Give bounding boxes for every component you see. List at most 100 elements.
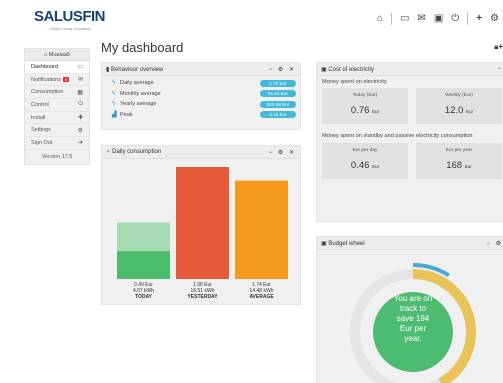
panel-header: ▣ Cost of electricity − xyxy=(317,63,503,76)
cost-box-label: Eur per day xyxy=(352,148,378,153)
logo-tagline: Smart Living Company xyxy=(50,26,91,31)
signout-icon: ➜ xyxy=(77,140,83,147)
cost-year-value: 168 xyxy=(446,160,463,171)
cost-unit: Eur xyxy=(372,164,380,169)
cost-day-value: 0.46 xyxy=(350,160,370,171)
cost-day-box: Eur per day 0.46 Eur xyxy=(322,143,408,179)
cost-boxes: Eur per day 0.46 Eur Eur per year 168 Eu… xyxy=(317,143,503,179)
behaviour-label: Daily average xyxy=(120,80,154,87)
panel-title: Cost of electricity xyxy=(328,66,375,73)
cost-boxes: Today (Eur) 0.76 Eur Weekly (Eur) 12.0 E… xyxy=(317,88,503,124)
divider xyxy=(467,13,469,25)
cost-unit: Eur xyxy=(466,109,474,114)
behaviour-row: ▟ Peak 0.25 Eur xyxy=(102,110,300,121)
sidebar-item-install[interactable]: Install ✚ xyxy=(25,112,89,125)
standby-subtitle: Money spent on standby and passive elect… xyxy=(322,133,473,139)
bolt-icon: ϟ xyxy=(112,101,116,108)
sidebar-item-settings[interactable]: Settings ⚙ xyxy=(25,124,89,138)
bar-average xyxy=(235,180,288,279)
behaviour-label: Yearly average xyxy=(120,101,157,108)
image-icon[interactable]: ▣ xyxy=(434,12,443,26)
daily-consumption-panel: ♀ Daily consumption − ⚙ ✕ 0.49 Eur 4.07 k… xyxy=(101,145,301,305)
bar-category-label: AVERAGE xyxy=(249,294,274,300)
cost-box-label: Today (Eur) xyxy=(352,93,378,98)
behaviour-value: 1.73 Eur xyxy=(260,79,296,87)
bar-category-label: YESTERDAY xyxy=(187,294,218,300)
sidebar-item-consumption[interactable]: Consumption ▦ xyxy=(25,86,89,100)
sidebar-item-label: Consumption xyxy=(31,89,64,96)
sidebar-item-control[interactable]: Control ⏻ xyxy=(25,99,89,112)
bar-today xyxy=(117,251,170,279)
plus-icon[interactable]: + xyxy=(476,12,482,26)
budget-line: track to xyxy=(399,304,427,313)
panel-header: ▮ Behaviour overview − ⚙ ✕ xyxy=(102,63,300,76)
budget-line: Eur per xyxy=(399,324,427,333)
mail-icon: ✉ xyxy=(77,77,83,84)
panel-title: Daily consumption xyxy=(112,149,162,155)
behaviour-row: ϟ Yearly average 622.08 Eur xyxy=(102,99,300,110)
sidebar-item-label: Install xyxy=(31,114,46,121)
panel-controls[interactable]: − ⚙ ✕ xyxy=(269,149,296,156)
sidebar-item-dashboard[interactable]: Dashboard ▭ xyxy=(25,61,89,74)
home-icon[interactable]: ⌂ xyxy=(377,12,383,26)
panel-title: Behaviour overview xyxy=(110,66,164,73)
notification-badge: 0 xyxy=(62,76,70,82)
sidebar-item-label: Dashboard xyxy=(31,63,58,70)
monitor-icon: ▭ xyxy=(77,64,83,71)
budget-wheel-panel: ▣ Budget wheel − ⚙ You are on track to s… xyxy=(316,236,503,383)
sidebar: ⌂ Muaiaa5 Dashboard ▭ Notifications 0 ✉ C… xyxy=(24,48,90,165)
cost-of-electricity-panel: ▣ Cost of electricity − Money spent on e… xyxy=(316,62,503,222)
behaviour-label: Monthly average xyxy=(120,90,161,97)
cost-box-label: Weekly (Eur) xyxy=(445,93,473,98)
sidebar-user-name: Muaiaa5 xyxy=(48,52,70,58)
behaviour-overview-panel: ▮ Behaviour overview − ⚙ ✕ ϟ Daily avera… xyxy=(101,62,301,130)
mail-icon[interactable]: ✉ xyxy=(417,12,425,26)
monitor-icon[interactable]: ▭ xyxy=(400,12,409,26)
cost-weekly-box: Weekly (Eur) 12.0 Eur xyxy=(416,88,502,124)
cost-today-box: Today (Eur) 0.76 Eur xyxy=(322,88,408,124)
power-icon: ⏻ xyxy=(78,101,83,108)
sidebar-user[interactable]: ⌂ Muaiaa5 xyxy=(25,49,89,61)
sidebar-item-notifications[interactable]: Notifications 0 ✉ xyxy=(25,74,89,87)
version-label: Version 17.5 xyxy=(41,153,73,160)
cost-subtitle: Money spent on electricity xyxy=(322,79,387,85)
plus-icon: ✚ xyxy=(77,115,83,122)
title-actions: 🔒︎+ xyxy=(494,42,503,52)
bar-category-label: TODAY xyxy=(135,294,153,300)
bolt-icon: ϟ xyxy=(112,80,116,87)
power-icon[interactable]: ⏻ xyxy=(451,12,459,26)
cost-unit: Eur xyxy=(464,164,472,169)
cost-year-box: Eur per year 168 Eur xyxy=(416,143,502,179)
behaviour-label: Peak xyxy=(120,111,133,118)
dashboard-page: SALUSFIN Smart Living Company ⌂ ▭ ✉ ▣ ⏻ … xyxy=(0,0,503,383)
top-bar: SALUSFIN Smart Living Company ⌂ ▭ ✉ ▣ ⏻ … xyxy=(0,0,503,40)
sidebar-item-label: Sign Out xyxy=(31,139,53,146)
sidebar-item-label: Settings xyxy=(31,127,51,134)
panel-header: ♀ Daily consumption − ⚙ ✕ xyxy=(102,146,300,159)
budget-line: You are on xyxy=(393,294,433,303)
panel-controls[interactable]: − ⚙ ✕ xyxy=(269,66,296,73)
bar-icon: ▟ xyxy=(112,112,117,119)
sidebar-item-label: Control xyxy=(31,101,49,108)
cost-today-value: 0.76 xyxy=(350,105,370,116)
cost-unit: Eur xyxy=(372,109,380,114)
panel-controls[interactable]: − xyxy=(497,66,503,72)
cost-box-label: Eur per year xyxy=(445,148,473,153)
budget-line: year. xyxy=(404,334,422,343)
budget-line: save 194 xyxy=(396,314,430,323)
divider xyxy=(390,13,392,25)
behaviour-value: 622.08 Eur xyxy=(260,100,296,108)
gear-icon[interactable]: ⚙ xyxy=(490,12,499,26)
bar-yesterday xyxy=(176,167,229,279)
logo-text: SALUSFIN xyxy=(34,8,106,25)
sidebar-item-signout[interactable]: Sign Out ➜ xyxy=(25,137,89,150)
panel-controls[interactable]: − ⚙ xyxy=(486,240,503,247)
logo[interactable]: SALUSFIN Smart Living Company xyxy=(34,8,106,34)
page-title: My dashboard xyxy=(101,40,184,55)
behaviour-row: ϟ Monthly average 51.84 Eur xyxy=(102,89,300,100)
chart-icon: ▦ xyxy=(77,89,83,96)
gear-icon: ⚙ xyxy=(77,127,83,134)
add-widget-icon[interactable]: + xyxy=(498,42,503,51)
behaviour-value: 0.25 Eur xyxy=(260,111,296,119)
behaviour-row: ϟ Daily average 1.73 Eur xyxy=(102,78,300,89)
